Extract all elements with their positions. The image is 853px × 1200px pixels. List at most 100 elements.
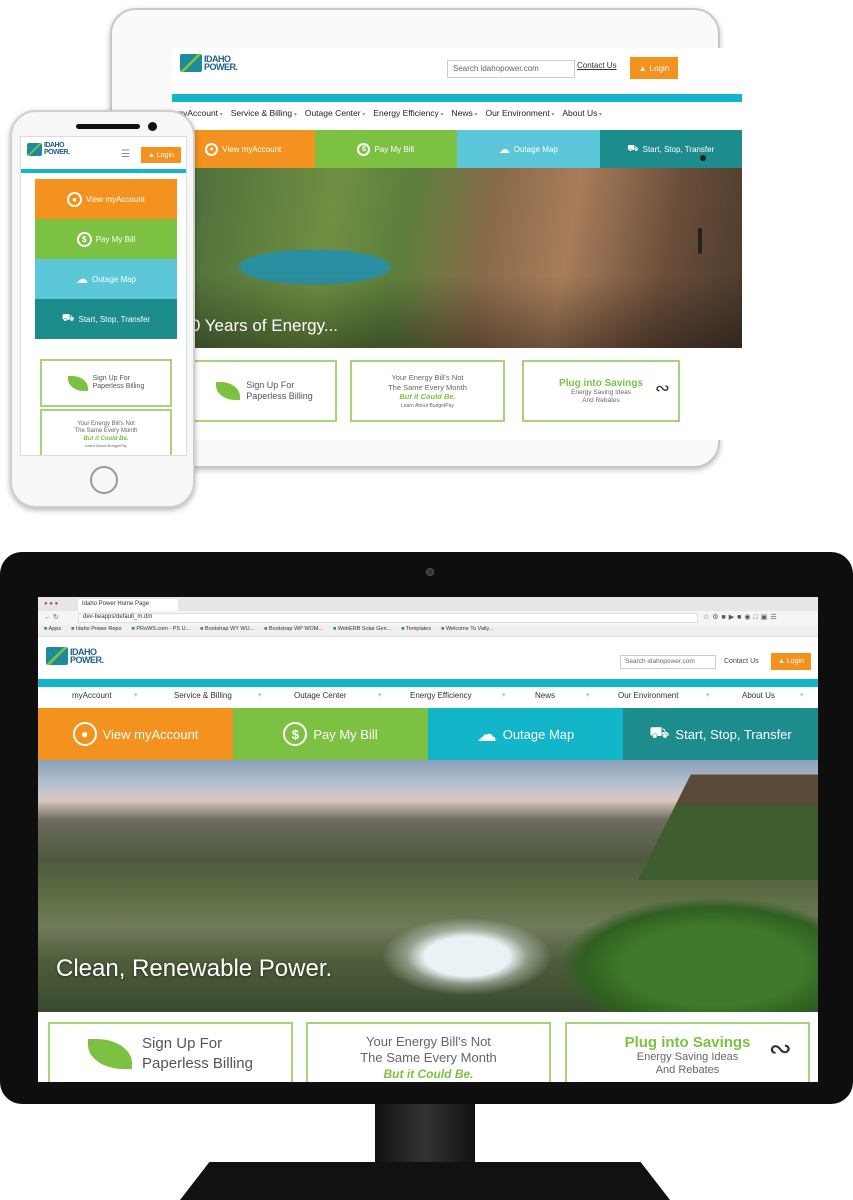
paperless-billing-card[interactable]: Sign Up For Paperless Billing bbox=[192, 360, 337, 422]
monitor-stand-base bbox=[180, 1162, 670, 1200]
logo-line2: POWER. bbox=[44, 148, 70, 156]
truck-icon: ⛟ bbox=[61, 312, 75, 324]
browser-address-row: ← ↻ dev-beapps/default_m.dm ☆⚙■▶■◉□▣☰ bbox=[38, 611, 818, 625]
idaho-power-logo[interactable]: IDAHO POWER. bbox=[180, 54, 238, 72]
cloud-icon: ☁ bbox=[75, 272, 88, 286]
nav-item-our-environment[interactable]: Our Environment bbox=[618, 691, 678, 700]
bookmark-item[interactable]: PRoWS.com - PS U... bbox=[132, 626, 190, 635]
view-myaccount-label: View myAccount bbox=[222, 144, 282, 154]
view-myaccount-button-desktop[interactable]: ● View myAccount bbox=[38, 708, 233, 760]
hero-caption: 100 Years of Energy... bbox=[172, 316, 339, 335]
plug-savings-card-desktop[interactable]: Plug into Savings Energy Saving Ideas And… bbox=[565, 1022, 810, 1082]
start-stop-transfer-button-desktop[interactable]: ⛟ Start, Stop, Transfer bbox=[623, 708, 818, 760]
idaho-power-logo-desktop[interactable]: IDAHO POWER. bbox=[46, 647, 104, 665]
outage-map-button-mobile[interactable]: ☁ Outage Map bbox=[35, 259, 177, 299]
nav-item-outage-center[interactable]: Outage Center bbox=[294, 691, 346, 700]
login-button[interactable]: ▲ Login bbox=[630, 57, 678, 79]
plug-icon: ∾ bbox=[768, 1033, 792, 1064]
contact-link-desktop[interactable]: Contact Us bbox=[724, 658, 759, 665]
quick-actions: ● View myAccount $ Pay My Bill ☁ Outage Map… bbox=[172, 130, 742, 168]
nav-item-about-us[interactable]: About Us bbox=[742, 691, 775, 700]
budget-pay-card-mobile[interactable]: Your Energy Bill's Not The Same Every Mon… bbox=[40, 409, 172, 455]
budgetpay-link[interactable]: Learn About BudgetPay bbox=[85, 443, 127, 448]
tablet-camera bbox=[700, 155, 706, 161]
nav-item-service-billing[interactable]: Service & Billing bbox=[174, 691, 232, 700]
idaho-power-logo-mobile[interactable]: IDAHO POWER. bbox=[27, 142, 70, 156]
start-stop-transfer-label: Start, Stop, Transfer bbox=[675, 726, 792, 742]
nav-item-our-environment[interactable]: Our Environment bbox=[485, 108, 554, 126]
bookmark-item[interactable]: Idaho Power Repo bbox=[71, 626, 122, 635]
outage-map-label: Outage Map bbox=[91, 274, 137, 284]
bookmark-item[interactable]: WebERB Solar Gen... bbox=[333, 626, 391, 635]
promo-cards-desktop: Sign Up For Paperless Billing Your Energy… bbox=[38, 1022, 818, 1082]
pay-bill-label: Pay My Bill bbox=[95, 234, 136, 244]
start-stop-transfer-button-mobile[interactable]: ⛟ Start, Stop, Transfer bbox=[35, 299, 177, 339]
address-bar[interactable]: dev-beapps/default_m.dm bbox=[78, 613, 698, 623]
outage-map-button-desktop[interactable]: ☁ Outage Map bbox=[428, 708, 623, 760]
savings-line2: And Rebates bbox=[655, 1064, 720, 1077]
accent-bar bbox=[172, 94, 742, 102]
nav-item-service-billing[interactable]: Service & Billing bbox=[231, 108, 297, 126]
login-button-mobile[interactable]: ▲ Login bbox=[141, 147, 181, 163]
savings-line1: Energy Saving Ideas bbox=[636, 1051, 739, 1063]
view-myaccount-button-mobile[interactable]: ● View myAccount bbox=[35, 179, 177, 219]
tablet-mockup: IDAHO POWER. Search idahopower.com Contac… bbox=[110, 8, 742, 468]
contact-link[interactable]: Contact Us bbox=[577, 61, 617, 70]
outage-map-button[interactable]: ☁ Outage Map bbox=[457, 130, 600, 168]
window-controls-icon[interactable]: ● ● ● bbox=[44, 601, 58, 607]
monitor-camera bbox=[426, 568, 434, 576]
nav-item-about-us[interactable]: About Us bbox=[562, 108, 602, 126]
outage-map-label: Outage Map bbox=[513, 144, 558, 154]
nav-item-news[interactable]: News bbox=[535, 691, 555, 700]
browser-tab[interactable]: Idaho Power Home Page bbox=[78, 599, 178, 611]
search-input-desktop[interactable]: Search idahopower.com bbox=[620, 655, 716, 669]
accent-bar-desktop bbox=[38, 679, 818, 687]
nav-arrows-icon[interactable]: ← ↻ bbox=[44, 613, 59, 621]
nav-item-energy-efficiency[interactable]: Energy Efficiency bbox=[410, 691, 472, 700]
phone-speaker bbox=[76, 124, 140, 129]
savings-title: Plug into Savings bbox=[624, 1034, 751, 1051]
nav-item-news[interactable]: News bbox=[452, 108, 478, 126]
budget-pay-card[interactable]: Your Energy Bill's Not The Same Every Mon… bbox=[350, 360, 505, 422]
bill-line1: Your Energy Bill's Not bbox=[77, 420, 135, 427]
bookmark-item[interactable]: Bootstrap WP WOM... bbox=[264, 626, 323, 635]
leaf-icon bbox=[216, 382, 241, 400]
user-icon: ▲ bbox=[777, 658, 785, 665]
paperless-line1: Sign Up For bbox=[92, 374, 130, 382]
bookmark-item[interactable]: Apps bbox=[44, 626, 62, 635]
start-stop-transfer-label: Start, Stop, Transfer bbox=[642, 144, 715, 154]
paperless-billing-card-mobile[interactable]: Sign Up For Paperless Billing bbox=[40, 359, 172, 407]
hamburger-menu-icon[interactable]: ☰ bbox=[121, 149, 130, 160]
extension-icons[interactable]: ☆⚙■▶■◉□▣☰ bbox=[703, 613, 780, 621]
savings-line1: Energy Saving Ideas bbox=[571, 388, 631, 396]
start-stop-transfer-button[interactable]: ⛟ Start, Stop, Transfer bbox=[599, 130, 742, 168]
monitor-mockup: ● ● ● Idaho Power Home Page ← ↻ dev-beap… bbox=[0, 552, 853, 1104]
budgetpay-link[interactable]: Learn About BudgetPay bbox=[386, 1081, 471, 1083]
paperless-billing-card-desktop[interactable]: Sign Up For Paperless Billing bbox=[48, 1022, 293, 1082]
phone-camera bbox=[148, 122, 157, 131]
bookmark-item[interactable]: Bootstrap WY WU... bbox=[200, 626, 254, 635]
logo-mark-icon bbox=[27, 143, 42, 156]
pay-bill-button-mobile[interactable]: $ Pay My Bill bbox=[35, 219, 177, 259]
budget-pay-card-desktop[interactable]: Your Energy Bill's Not The Same Every Mon… bbox=[306, 1022, 551, 1082]
view-myaccount-label: View myAccount bbox=[86, 194, 145, 204]
pay-bill-button[interactable]: $ Pay My Bill bbox=[314, 130, 457, 168]
login-button-desktop[interactable]: ▲ Login bbox=[771, 653, 811, 670]
nav-dropdown-icon: ▾ bbox=[706, 692, 710, 699]
plug-savings-card[interactable]: Plug into Savings Energy Saving Ideas And… bbox=[522, 360, 680, 422]
dollar-icon: $ bbox=[283, 722, 308, 746]
search-input[interactable]: Search idahopower.com bbox=[447, 60, 575, 78]
hero-foliage-shape bbox=[558, 897, 818, 1012]
nav-item-myaccount[interactable]: myAccount bbox=[72, 691, 112, 700]
bill-line3: But it Could Be. bbox=[399, 391, 456, 401]
savings-line2: And Rebates bbox=[582, 396, 620, 404]
budgetpay-link[interactable]: Learn About BudgetPay bbox=[401, 403, 454, 409]
bookmark-item[interactable]: Welcome To Vaily... bbox=[441, 626, 493, 635]
bookmark-item[interactable]: Templates bbox=[401, 626, 431, 635]
logo-mark-icon bbox=[46, 647, 68, 665]
nav-item-outage-center[interactable]: Outage Center bbox=[305, 108, 365, 126]
pay-bill-button-desktop[interactable]: $ Pay My Bill bbox=[233, 708, 428, 760]
user-circle-icon: ● bbox=[67, 191, 82, 207]
nav-dropdown-icon: ▾ bbox=[800, 692, 804, 699]
nav-item-energy-efficiency[interactable]: Energy Efficiency bbox=[373, 108, 443, 126]
